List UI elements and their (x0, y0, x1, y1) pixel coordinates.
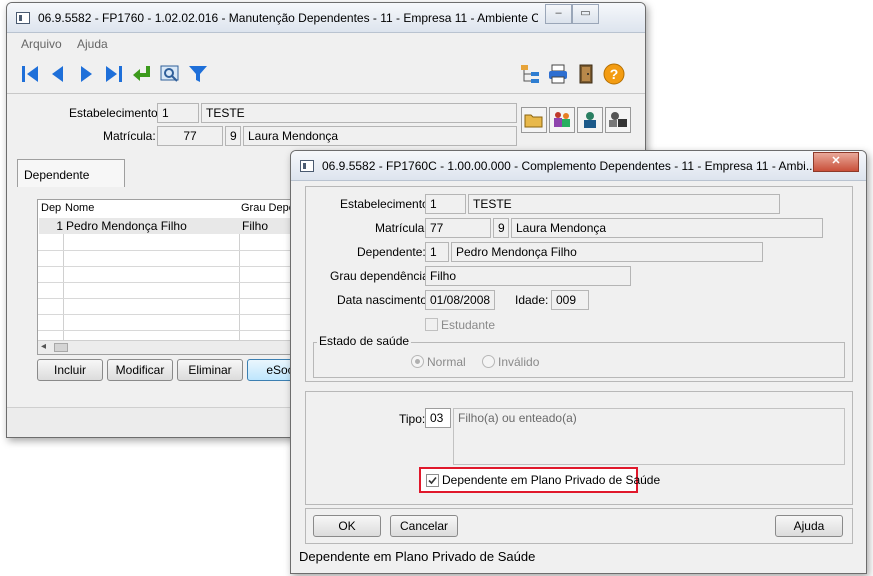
button-bar (305, 508, 853, 544)
exit-door-icon[interactable] (575, 63, 597, 85)
matricula-field: 77 (425, 218, 491, 238)
goto-return-icon[interactable] (131, 63, 153, 85)
radio-invalido-label: Inválido (498, 355, 540, 369)
grid-line (38, 266, 296, 267)
plano-privado-checkbox[interactable] (426, 474, 439, 487)
estabelecimento-name-field: TESTE (468, 194, 780, 214)
toolbar: ? (7, 54, 645, 94)
dependente-code-field: 1 (425, 242, 449, 262)
person-detail-icon[interactable] (577, 107, 603, 133)
cancelar-button[interactable]: Cancelar (390, 515, 458, 537)
eliminar-button[interactable]: Eliminar (177, 359, 243, 381)
tab-dependente-label: Dependente (24, 168, 90, 182)
menu-bar: Arquivo Ajuda (7, 34, 645, 54)
estabelecimento-label: Estabelecimento: (340, 197, 433, 211)
printer-icon[interactable] (547, 63, 569, 85)
people-group-icon[interactable] (549, 107, 575, 133)
filter-icon[interactable] (187, 63, 209, 85)
estado-saude-label: Estado de saúde (317, 334, 412, 348)
matricula-name-field: Laura Mendonça (243, 126, 517, 146)
grid-horizontal-scrollbar[interactable]: ◂ (38, 340, 296, 354)
grid-line (38, 250, 296, 251)
incluir-button[interactable]: Incluir (37, 359, 103, 381)
menu-ajuda[interactable]: Ajuda (77, 37, 108, 51)
estabelecimento-code-field: 1 (425, 194, 466, 214)
plano-privado-label[interactable]: Dependente em Plano Privado de Saúde (442, 473, 660, 487)
row-grau-cell: Filho (242, 219, 269, 233)
ajuda-button[interactable]: Ajuda (775, 515, 843, 537)
matricula-digit-field: 9 (493, 218, 509, 238)
window-app-icon (16, 12, 30, 24)
column-header-grau[interactable]: Grau Depe (241, 202, 295, 214)
previous-record-icon[interactable] (47, 63, 69, 85)
matricula-label: Matrícula: (103, 129, 156, 143)
radio-normal[interactable] (411, 355, 424, 368)
person-video-icon[interactable] (605, 107, 631, 133)
tab-dependente[interactable]: Dependente (17, 159, 125, 187)
row-dep-cell: 1 (56, 219, 63, 233)
column-header-dep[interactable]: Dep (41, 202, 61, 214)
scroll-thumb[interactable] (54, 343, 68, 352)
grid-line (38, 298, 296, 299)
dialog-status-text: Dependente em Plano Privado de Saúde (299, 549, 536, 564)
tree-structure-icon[interactable] (519, 63, 541, 85)
menu-arquivo[interactable]: Arquivo (21, 37, 62, 51)
plano-privado-highlight: Dependente em Plano Privado de Saúde (419, 467, 660, 493)
matricula-digit-field: 9 (225, 126, 241, 146)
grid-line (38, 314, 296, 315)
idade-label: Idade: (515, 293, 549, 307)
dependente-label: Dependente: (357, 245, 426, 259)
search-icon[interactable] (159, 63, 181, 85)
minimize-icon[interactable]: – (545, 4, 572, 24)
next-record-icon[interactable] (75, 63, 97, 85)
dialog-titlebar[interactable]: 06.9.5582 - FP1760C - 1.00.00.000 - Comp… (291, 151, 866, 181)
tipo-code-field[interactable]: 03 (425, 408, 451, 428)
data-nascimento-field: 01/08/2008 (425, 290, 495, 310)
row-nome-cell: Pedro Mendonça Filho (66, 219, 187, 233)
estudante-checkbox[interactable] (425, 318, 438, 331)
radio-invalido[interactable] (482, 355, 495, 368)
dependente-name-field: Pedro Mendonça Filho (451, 242, 763, 262)
main-titlebar[interactable]: 06.9.5582 - FP1760 - 1.02.02.016 - Manut… (7, 3, 645, 33)
table-row[interactable]: 1 Pedro Mendonça Filho Filho (39, 218, 295, 234)
dialog-title: 06.9.5582 - FP1760C - 1.00.00.000 - Comp… (322, 159, 812, 173)
header-panel: Estabelecimento: 1 TESTE Matrícula: 77 9… (7, 95, 645, 155)
grau-dependencia-label: Grau dependência: (330, 269, 433, 283)
complement-dialog: 06.9.5582 - FP1760C - 1.00.00.000 - Comp… (290, 150, 867, 574)
estabelecimento-name-field: TESTE (201, 103, 517, 123)
radio-normal-label: Normal (427, 355, 466, 369)
last-record-icon[interactable] (103, 63, 125, 85)
matricula-label: Matrícula: (375, 221, 428, 235)
ok-button[interactable]: OK (313, 515, 381, 537)
grid-line (38, 282, 296, 283)
window-app-icon (300, 160, 314, 172)
grid-line (38, 330, 296, 331)
grau-dependencia-field: Filho (425, 266, 631, 286)
help-icon[interactable]: ? (603, 63, 625, 85)
dependents-grid: Dep Nome Grau Depe 1 Pedro Mendonça Filh… (37, 199, 297, 355)
svg-text:?: ? (610, 66, 619, 82)
tipo-description-field: Filho(a) ou enteado(a) (453, 408, 845, 465)
modificar-button[interactable]: Modificar (107, 359, 173, 381)
column-header-nome[interactable]: Nome (65, 202, 94, 214)
tipo-label: Tipo: (399, 412, 426, 426)
estudante-label: Estudante (441, 318, 496, 332)
scroll-left-icon[interactable]: ◂ (41, 341, 46, 352)
matricula-field[interactable]: 77 (157, 126, 223, 146)
estabelecimento-code-field[interactable]: 1 (157, 103, 199, 123)
open-folder-icon[interactable] (521, 107, 547, 133)
estabelecimento-label: Estabelecimento: (69, 106, 162, 120)
matricula-name-field: Laura Mendonça (511, 218, 823, 238)
close-icon[interactable]: ✕ (813, 152, 859, 172)
main-window-title: 06.9.5582 - FP1760 - 1.02.02.016 - Manut… (38, 11, 538, 25)
idade-field: 009 (551, 290, 589, 310)
maximize-icon[interactable]: ▭ (572, 4, 599, 24)
data-nascimento-label: Data nascimento: (337, 293, 431, 307)
first-record-icon[interactable] (19, 63, 41, 85)
